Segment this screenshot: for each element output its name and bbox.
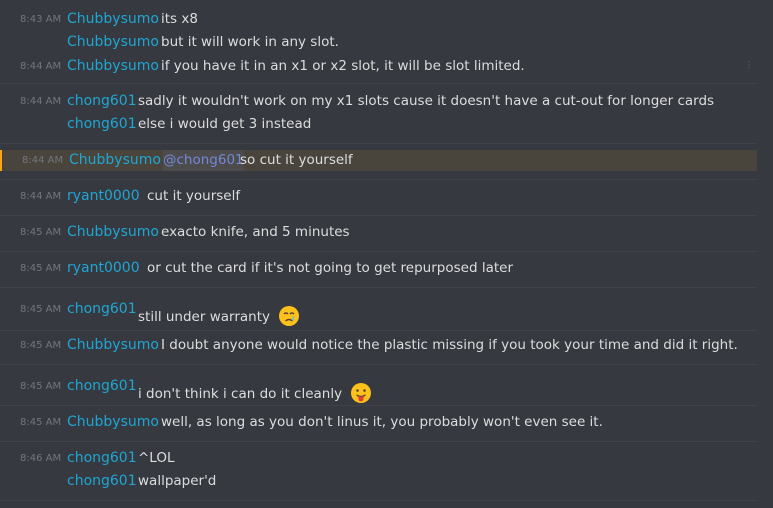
message-timestamp: 8:45 AM	[20, 304, 62, 315]
message-line: chong601 wallpaper'd	[0, 471, 757, 492]
message-line: 8:44 AM chong601 sadly it wouldn't work …	[0, 91, 757, 112]
message-line: 8:45 AM ryant0000 or cut the card if it'…	[0, 258, 757, 279]
message-divider	[0, 330, 757, 331]
message-timestamp: 8:45 AM	[20, 263, 62, 274]
message-text: cut it yourself	[147, 188, 241, 204]
message-divider	[0, 405, 757, 406]
message-author[interactable]: chong601	[67, 91, 137, 112]
message-line: 8:45 AM Chubbysumo I doubt anyone would …	[0, 335, 757, 356]
message-line-mention-highlight: 8:44 AM Chubbysumo @chong601 so cut it y…	[0, 150, 757, 171]
message-text: I doubt anyone would notice the plastic …	[161, 337, 738, 353]
message-text: i don't think i can do it cleanly	[138, 376, 372, 405]
user-mention[interactable]: @chong601	[163, 150, 244, 171]
message-divider	[0, 500, 757, 501]
message-text: exacto knife, and 5 minutes	[161, 224, 350, 240]
message-author[interactable]: Chubbysumo	[67, 9, 159, 30]
message-line: 8:44 AM ryant0000 cut it yourself	[0, 186, 757, 207]
message-divider	[0, 441, 757, 442]
message-text: sadly it wouldn't work on my x1 slots ca…	[138, 93, 715, 109]
tongue-out-face-icon	[351, 383, 372, 403]
message-text: still under warranty	[138, 299, 300, 328]
message-text: well, as long as you don't linus it, you…	[161, 414, 603, 430]
message-line: 8:45 AM Chubbysumo exacto knife, and 5 m…	[0, 222, 757, 243]
message-author[interactable]: Chubbysumo	[67, 56, 159, 77]
message-timestamp: 8:45 AM	[20, 381, 62, 392]
message-line: 8:45 AM chong601 i don't think i can do …	[0, 376, 757, 403]
message-author[interactable]: Chubbysumo	[69, 150, 161, 171]
message-author[interactable]: chong601	[67, 448, 137, 469]
message-line: chong601 else i would get 3 instead	[0, 114, 757, 135]
message-divider	[0, 251, 757, 252]
message-author[interactable]: chong601	[67, 471, 137, 492]
message-text: wallpaper'd	[138, 473, 217, 489]
message-author[interactable]: chong601	[67, 376, 137, 397]
message-timestamp: 8:43 AM	[20, 14, 62, 25]
crying-face-icon	[279, 306, 300, 326]
message-timestamp: 8:45 AM	[20, 417, 62, 428]
message-timestamp: 8:44 AM	[20, 96, 62, 107]
message-timestamp: 8:44 AM	[22, 155, 64, 166]
message-timestamp: 8:45 AM	[20, 227, 62, 238]
message-author[interactable]: ryant0000	[67, 186, 140, 207]
message-text: so cut it yourself	[240, 152, 353, 168]
message-divider	[0, 179, 757, 180]
message-timestamp: 8:46 AM	[20, 453, 62, 464]
message-line: 8:46 AM chong601 ^LOL	[0, 448, 757, 469]
message-line: 8:44 AM Chubbysumo if you have it in an …	[0, 56, 757, 77]
message-divider	[0, 287, 757, 288]
message-timestamp: 8:44 AM	[20, 191, 62, 202]
chat-message-list: 8:43 AM Chubbysumo its x8 Chubbysumo but…	[0, 0, 773, 508]
message-text: else i would get 3 instead	[138, 116, 312, 132]
message-timestamp: 8:44 AM	[20, 61, 62, 72]
message-author[interactable]: ryant0000	[67, 258, 140, 279]
message-timestamp: 8:45 AM	[20, 340, 62, 351]
message-author[interactable]: Chubbysumo	[67, 32, 159, 53]
message-divider	[0, 364, 757, 365]
message-author[interactable]: Chubbysumo	[67, 335, 159, 356]
message-text: but it will work in any slot.	[161, 34, 339, 50]
message-text: ^LOL	[138, 450, 175, 466]
message-text-content: i don't think i can do it cleanly	[138, 386, 343, 402]
message-line: Chubbysumo but it will work in any slot.	[0, 32, 757, 53]
message-author[interactable]: Chubbysumo	[67, 412, 159, 433]
message-author[interactable]: chong601	[67, 114, 137, 135]
message-text: if you have it in an x1 or x2 slot, it w…	[161, 58, 525, 74]
message-divider	[0, 83, 757, 84]
message-line: 8:45 AM Chubbysumo well, as long as you …	[0, 412, 757, 433]
message-author[interactable]: Chubbysumo	[67, 222, 159, 243]
message-text: or cut the card if it's not going to get…	[147, 260, 513, 276]
message-author[interactable]: chong601	[67, 299, 137, 320]
message-divider	[0, 143, 757, 144]
message-line: 8:45 AM chong601 still under warranty	[0, 299, 757, 326]
message-line: 8:43 AM Chubbysumo its x8	[0, 9, 757, 30]
message-divider	[0, 215, 757, 216]
more-options-icon[interactable]: · · ·	[746, 56, 752, 74]
message-text-content: still under warranty	[138, 309, 270, 325]
message-text: its x8	[161, 11, 198, 27]
